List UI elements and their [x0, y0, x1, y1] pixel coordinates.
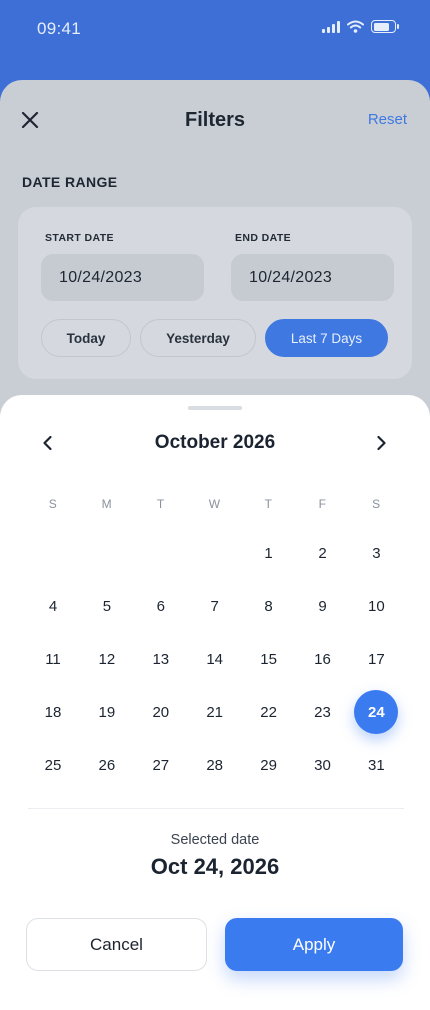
chip-yesterday[interactable]: Yesterday — [140, 319, 256, 357]
selected-date-caption: Selected date — [170, 832, 260, 848]
cancel-button[interactable]: Cancel — [26, 918, 207, 971]
month-title: October 2026 — [154, 432, 276, 453]
day-cell[interactable]: 10 — [354, 584, 398, 628]
day-cell[interactable]: 26 — [85, 743, 129, 787]
day-cell[interactable]: 23 — [301, 690, 345, 734]
drag-handle[interactable] — [188, 406, 242, 410]
wifi-icon — [347, 20, 364, 33]
weekday-label: W — [208, 497, 221, 511]
date-range-card: START DATE 10/24/2023 END DATE 10/24/202… — [18, 207, 412, 379]
weekday-label: T — [264, 497, 273, 511]
start-date-label: START DATE — [45, 232, 114, 244]
chip-today[interactable]: Today — [41, 319, 131, 357]
day-cell[interactable]: 17 — [354, 637, 398, 681]
day-cell[interactable]: 6 — [139, 584, 183, 628]
chevron-right-icon[interactable] — [368, 430, 394, 456]
status-time: 09:41 — [37, 19, 82, 38]
day-cell[interactable]: 4 — [31, 584, 75, 628]
day-cell[interactable]: 15 — [247, 637, 291, 681]
end-date-input[interactable]: 10/24/2023 — [231, 254, 394, 301]
day-cell[interactable]: 11 — [31, 637, 75, 681]
day-cell[interactable]: 20 — [139, 690, 183, 734]
day-cell[interactable]: 1 — [247, 531, 291, 575]
day-cell[interactable]: 28 — [193, 743, 237, 787]
day-cell[interactable]: 22 — [247, 690, 291, 734]
day-cell[interactable]: 14 — [193, 637, 237, 681]
reset-button[interactable]: Reset — [368, 111, 407, 128]
day-cell-selected[interactable]: 24 — [354, 690, 399, 734]
selected-date-value: Oct 24, 2026 — [150, 854, 280, 879]
day-cell[interactable]: 12 — [85, 637, 129, 681]
day-cell[interactable]: 3 — [354, 531, 398, 575]
day-cell[interactable]: 18 — [31, 690, 75, 734]
filters-title: Filters — [184, 109, 246, 131]
chip-last-7-days[interactable]: Last 7 Days — [265, 319, 388, 357]
day-cell[interactable]: 27 — [139, 743, 183, 787]
weekday-label: M — [101, 497, 113, 511]
day-cell[interactable]: 13 — [139, 637, 183, 681]
weekday-label: F — [318, 497, 327, 511]
day-cell[interactable]: 16 — [301, 637, 345, 681]
day-cell[interactable]: 21 — [193, 690, 237, 734]
divider — [28, 808, 404, 809]
weekday-label: S — [372, 497, 381, 511]
day-cell[interactable]: 9 — [301, 584, 345, 628]
apply-button[interactable]: Apply — [225, 918, 403, 971]
day-cell[interactable]: 31 — [354, 743, 398, 787]
weekday-label: S — [48, 497, 58, 511]
calendar-sheet: October 2026 SMTWTFS 1 2 3 4 5 6 7 8 9 10 11 12 13 14… — [0, 395, 430, 1010]
day-cell[interactable]: 8 — [247, 584, 291, 628]
close-icon[interactable] — [18, 108, 42, 132]
day-cell[interactable]: 2 — [301, 531, 345, 575]
filters-header: Filters Reset — [0, 80, 430, 160]
start-date-input[interactable]: 10/24/2023 — [41, 254, 204, 301]
end-date-label: END DATE — [235, 232, 292, 244]
status-bar: 09:41 — [0, 0, 430, 60]
day-cell[interactable]: 29 — [247, 743, 291, 787]
day-cell[interactable]: 5 — [85, 584, 129, 628]
day-cell[interactable]: 25 — [31, 743, 75, 787]
battery-icon — [371, 20, 399, 33]
date-range-label: DATE RANGE — [22, 174, 118, 190]
signal-icon — [322, 20, 340, 33]
day-cell[interactable]: 19 — [85, 690, 129, 734]
day-cell[interactable]: 30 — [301, 743, 345, 787]
status-icons — [322, 20, 399, 33]
day-cell[interactable]: 7 — [193, 584, 237, 628]
weekday-label: T — [156, 497, 165, 511]
chevron-left-icon[interactable] — [35, 430, 61, 456]
